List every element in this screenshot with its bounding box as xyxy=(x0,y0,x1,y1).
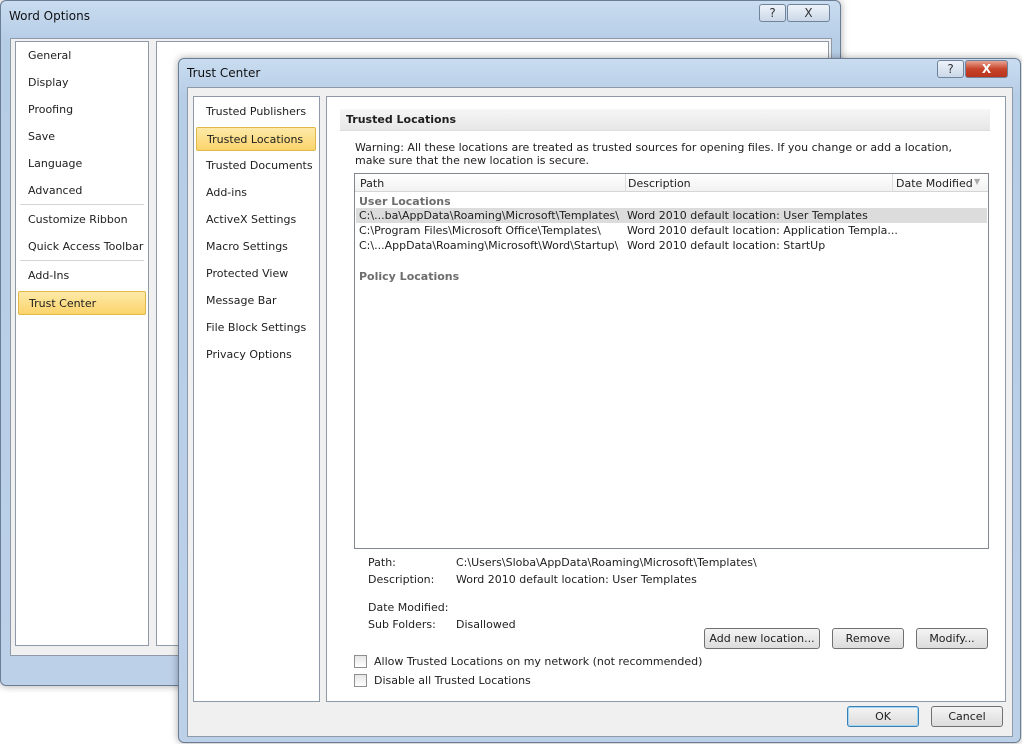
detail-date-label: Date Modified: xyxy=(368,601,449,614)
trust-center-nav: Trusted Publishers Trusted Locations Trust… xyxy=(193,96,320,702)
nav-item-general[interactable]: General xyxy=(18,44,146,68)
trust-center-content: Trusted Locations Warning: All these loc… xyxy=(326,96,1006,702)
nav-item-privacy-options[interactable]: Privacy Options xyxy=(196,343,316,367)
nav-item-add-ins[interactable]: Add-ins xyxy=(196,181,316,205)
nav-item-customize-ribbon[interactable]: Customize Ribbon xyxy=(18,208,146,232)
remove-button[interactable]: Remove xyxy=(832,628,904,649)
nav-item-display[interactable]: Display xyxy=(18,71,146,95)
detail-path-label: Path: xyxy=(368,556,396,569)
trust-center-title: Trust Center xyxy=(187,66,261,80)
warning-text: Warning: All these locations are treated… xyxy=(355,141,952,167)
nav-item-trusted-locations[interactable]: Trusted Locations xyxy=(196,127,316,151)
close-button[interactable]: X xyxy=(787,4,830,22)
detail-description: Word 2010 default location: User Templat… xyxy=(456,573,697,586)
ok-button[interactable]: OK xyxy=(847,706,919,727)
nav-item-trust-center[interactable]: Trust Center xyxy=(18,291,146,315)
table-row[interactable]: C:\...AppData\Roaming\Microsoft\Word\Sta… xyxy=(356,238,987,253)
detail-description-label: Description: xyxy=(368,573,435,586)
nav-item-activex-settings[interactable]: ActiveX Settings xyxy=(196,208,316,232)
allow-network-checkbox[interactable] xyxy=(354,655,367,668)
detail-sub-folders: Disallowed xyxy=(456,618,516,631)
help-button[interactable]: ? xyxy=(937,60,964,78)
row-description: Word 2010 default location: User Templat… xyxy=(627,209,868,222)
trust-center-window: Trust Center ? X Trusted Publishers Trust… xyxy=(178,58,1021,743)
row-description: Word 2010 default location: Application … xyxy=(627,224,898,237)
nav-item-protected-view[interactable]: Protected View xyxy=(196,262,316,286)
nav-item-save[interactable]: Save xyxy=(18,125,146,149)
row-path: C:\Program Files\Microsoft Office\Templa… xyxy=(359,224,601,237)
section-heading: Trusted Locations xyxy=(340,109,990,131)
detail-sub-label: Sub Folders: xyxy=(368,618,436,631)
column-date-modified[interactable]: Date Modified xyxy=(896,177,973,190)
column-path[interactable]: Path xyxy=(360,177,384,190)
modify-button[interactable]: Modify... xyxy=(916,628,988,649)
nav-item-language[interactable]: Language xyxy=(18,152,146,176)
nav-item-add-ins[interactable]: Add-Ins xyxy=(18,264,146,288)
close-button[interactable]: X xyxy=(965,60,1008,78)
locations-table[interactable]: Path Description Date Modified ▼ User Lo… xyxy=(354,173,989,549)
cancel-button[interactable]: Cancel xyxy=(931,706,1003,727)
column-description[interactable]: Description xyxy=(628,177,691,190)
allow-network-label[interactable]: Allow Trusted Locations on my network (n… xyxy=(374,655,702,668)
sort-arrow-icon: ▼ xyxy=(974,177,981,186)
add-new-location-button[interactable]: Add new location... xyxy=(704,628,820,649)
disable-all-label[interactable]: Disable all Trusted Locations xyxy=(374,674,531,687)
group-user-locations: User Locations xyxy=(359,195,451,208)
nav-item-trusted-documents[interactable]: Trusted Documents xyxy=(196,154,316,178)
group-policy-locations: Policy Locations xyxy=(359,270,460,283)
table-header: Path Description Date Modified ▼ xyxy=(355,174,988,192)
nav-item-trusted-publishers[interactable]: Trusted Publishers xyxy=(196,100,316,124)
detail-path: C:\Users\Sloba\AppData\Roaming\Microsoft… xyxy=(456,556,757,569)
row-path: C:\...ba\AppData\Roaming\Microsoft\Templ… xyxy=(359,209,619,222)
word-options-nav: General Display Proofing Save Language Advanc… xyxy=(15,41,149,646)
help-button[interactable]: ? xyxy=(759,4,786,22)
nav-item-file-block-settings[interactable]: File Block Settings xyxy=(196,316,316,340)
nav-separator xyxy=(20,260,144,261)
row-path: C:\...AppData\Roaming\Microsoft\Word\Sta… xyxy=(359,239,619,252)
nav-item-advanced[interactable]: Advanced xyxy=(18,179,146,203)
table-row[interactable]: C:\Program Files\Microsoft Office\Templa… xyxy=(356,223,987,238)
row-description: Word 2010 default location: StartUp xyxy=(627,239,826,252)
nav-separator xyxy=(20,204,144,205)
nav-item-quick-access-toolbar[interactable]: Quick Access Toolbar xyxy=(18,235,146,259)
nav-item-macro-settings[interactable]: Macro Settings xyxy=(196,235,316,259)
disable-all-checkbox[interactable] xyxy=(354,674,367,687)
nav-item-proofing[interactable]: Proofing xyxy=(18,98,146,122)
table-row[interactable]: C:\...ba\AppData\Roaming\Microsoft\Templ… xyxy=(356,208,987,223)
nav-item-message-bar[interactable]: Message Bar xyxy=(196,289,316,313)
word-options-title: Word Options xyxy=(9,9,90,23)
